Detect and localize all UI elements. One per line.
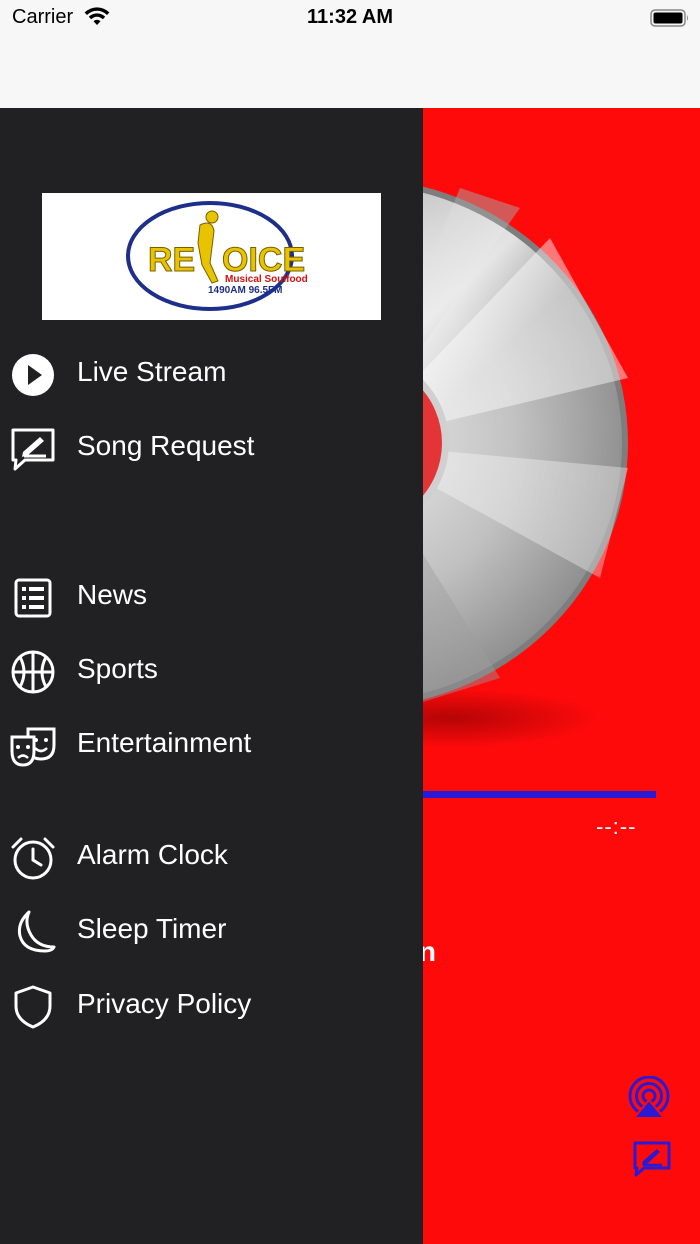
alarm-clock-icon [11, 837, 55, 880]
menu-item-label: Entertainment [77, 727, 252, 758]
shield-icon [14, 985, 52, 1029]
logo-tagline: Musical Soulfood [225, 274, 308, 285]
menu-item-live-stream[interactable]: Live Stream [0, 344, 423, 404]
moon-icon [17, 910, 56, 953]
menu-item-song-request[interactable]: Song Request [0, 418, 423, 478]
menu-item-label: Privacy Policy [77, 988, 252, 1019]
airplay-icon[interactable] [626, 1076, 672, 1122]
menu-item-label: News [77, 579, 148, 610]
playback-time: --:-- [596, 814, 637, 839]
theater-masks-icon [10, 727, 56, 767]
basketball-icon [11, 650, 55, 694]
play-circle-icon [12, 354, 54, 396]
status-time: 11:32 AM [307, 6, 393, 28]
menu-item-label: Sleep Timer [77, 913, 227, 944]
menu-item-label: Song Request [77, 430, 255, 461]
compose-message-icon [11, 428, 55, 471]
side-drawer: RE OICE Musical Soulfood 1490AM 96.5FM L… [0, 108, 423, 1244]
menu-item-sports[interactable]: Sports [0, 641, 423, 701]
menu-item-news[interactable]: News [0, 567, 423, 627]
menu-item-entertainment[interactable]: Entertainment [0, 715, 423, 775]
status-bar: Carrier 11:32 AM [0, 0, 700, 36]
revoice-logo-icon: RE OICE Musical Soulfood 1490AM 96.5FM [126, 201, 308, 311]
menu-item-label: Sports [77, 653, 158, 684]
menu-item-sleep-timer[interactable]: Sleep Timer [0, 901, 423, 961]
svg-text:RE: RE [148, 241, 195, 279]
logo-frequencies: 1490AM 96.5FM [208, 285, 282, 296]
menu-item-label: Live Stream [77, 356, 227, 387]
menu-item-label: Alarm Clock [77, 839, 228, 870]
menu-item-alarm-clock[interactable]: Alarm Clock [0, 827, 423, 887]
app-screen: Carrier 11:32 AM --:-- n RE OICE Musical… [0, 0, 700, 1244]
station-logo: RE OICE Musical Soulfood 1490AM 96.5FM [42, 193, 381, 320]
news-list-icon [14, 578, 52, 618]
compose-message-icon[interactable] [632, 1140, 672, 1178]
battery-icon [650, 9, 688, 27]
menu-item-privacy-policy[interactable]: Privacy Policy [0, 976, 423, 1036]
